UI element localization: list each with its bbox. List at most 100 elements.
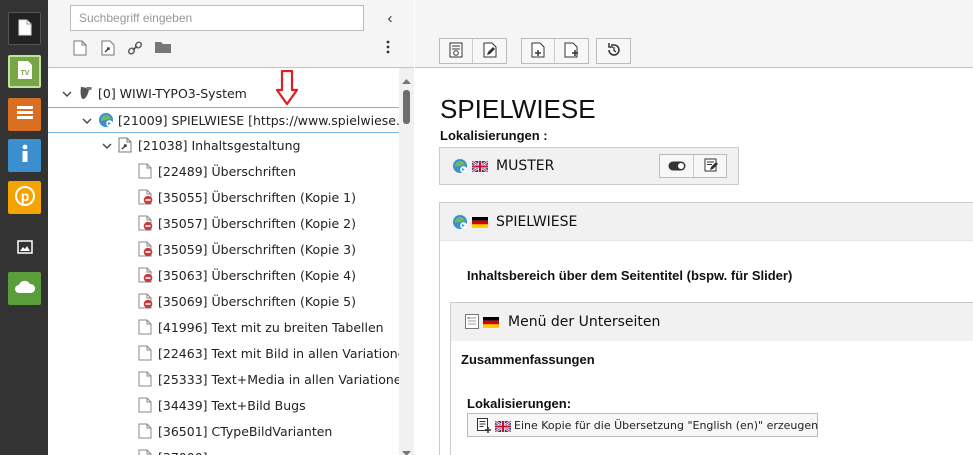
tree-node-label: [41996] Text mit zu breiten Tabellen [158,320,384,335]
tree-node[interactable]: [35055] Überschriften (Kopie 1) [48,185,400,211]
new-page-icon[interactable] [73,40,89,56]
element-subtitle: Zusammenfassungen [461,352,595,367]
history-group [596,38,631,64]
element-title: Menü der Unterseiten [508,314,661,330]
page-icon [138,319,154,335]
tree-node[interactable]: [35069] Überschriften (Kopie 5) [48,289,400,315]
tree-scrollbar[interactable] [399,68,414,455]
uk-flag-icon [494,420,512,433]
hidden-page-icon [138,293,154,309]
powermail-module-button[interactable]: p [8,181,41,214]
cloud-icon [14,280,36,297]
view-page-icon [449,42,463,61]
chevron-down-icon[interactable] [82,114,92,124]
page-tree-toolbar: ‹ [48,0,414,68]
tree-node[interactable]: [25333] Text+Media in allen Variationen [48,367,409,393]
toggle-visibility-button[interactable] [660,155,694,177]
edit-page-icon [483,42,497,61]
list-module-button[interactable] [8,98,41,131]
image-icon [16,240,33,257]
tree-node-label: [21038] Inhaltsgestaltung [138,138,301,153]
svg-text:TV: TV [20,70,29,77]
tree-menu-icon[interactable] [386,40,398,56]
tree-node-label: [36501] CTypeBildVarianten [158,424,333,439]
tree-node[interactable]: [36501] CTypeBildVarianten [48,419,400,445]
tree-node-label: [35055] Überschriften (Kopie 1) [158,190,356,205]
tree-node[interactable]: [35063] Überschriften (Kopie 4) [48,263,400,289]
templavoila-module-button[interactable]: TV [8,55,41,88]
history-button[interactable] [597,39,630,63]
create-translation-label: Eine Kopie für die Übersetzung "English … [514,419,819,432]
tree-node-label: [0] WIWI-TYPO3-System [98,86,247,101]
tree-node-label: [35063] Überschriften (Kopie 4) [158,268,356,283]
page-tree-panel: ‹ [0] WIWI-TYPO3-System [21009] SPIELWIES… [48,0,414,455]
edit-localization-button[interactable] [694,155,728,177]
link-icon[interactable] [127,40,143,56]
page-title: SPIELWIESE [440,94,596,124]
tree-node[interactable]: [22463] Text mit Bild in allen Variation… [48,341,405,367]
svg-text:p: p [20,188,29,204]
tree-node[interactable]: [34439] Text+Bild Bugs [48,393,400,419]
tree-node[interactable]: [41996] Text mit zu breiten Tabellen [48,315,400,341]
shortcut-page-icon [118,137,134,153]
tree-node[interactable]: [35057] Überschriften (Kopie 2) [48,211,400,237]
chevron-down-icon[interactable] [62,87,72,97]
page-panel-header: SPIELWIESE [440,203,973,241]
edit-page-button[interactable] [473,39,506,63]
uk-flag-icon [471,160,489,173]
tree-node[interactable]: [22489] Überschriften [48,159,400,185]
hidden-page-icon [138,267,154,283]
create-translation-button[interactable]: Eine Kopie für die Übersetzung "English … [467,413,818,437]
new-shortcut-icon[interactable] [101,40,117,56]
localization-panel-muster: MUSTER [439,147,739,185]
page-icon [138,397,154,413]
info-module-button[interactable] [8,139,41,172]
muster-actions [659,154,727,178]
content-area-label: Inhaltsbereich über dem Seitentitel (bsp… [467,268,793,283]
cloud-module-button[interactable] [8,272,41,305]
tree-node-label: [34439] Text+Bild Bugs [158,398,306,413]
page-icon [138,371,154,387]
tree-search-input[interactable] [70,5,364,31]
menu-element-icon [465,314,479,332]
new-page-after-button[interactable] [555,39,588,63]
chevron-down-icon[interactable] [102,139,112,149]
page-tree: [0] WIWI-TYPO3-System [21009] SPIELWIESE … [48,68,414,455]
site-root-icon [452,214,468,233]
page-icon [138,163,154,179]
typo3-backend: TV p ‹ [0] WIWI-TYPO3-System[21 [0,0,973,455]
tree-node[interactable]: [21038] Inhaltsgestaltung [48,133,400,159]
collapse-tree-button[interactable]: ‹ [382,9,398,27]
tree-node[interactable]: [35059] Überschriften (Kopie 3) [48,237,400,263]
localizations-label: Lokalisierungen : [440,128,548,143]
content-area: SPIELWIESE Lokalisierungen : MUSTER SPIE… [415,0,973,455]
page-module-button[interactable] [8,12,41,45]
site-root-icon [98,112,114,128]
filelist-module-button[interactable] [8,232,41,265]
tree-node-label: [25333] Text+Media in allen Variationen [158,372,410,387]
tree-node-label: [21009] SPIELWIESE [https://www.spielwie… [118,113,400,128]
history-icon [606,42,622,61]
page-icon [138,449,154,455]
de-flag-icon [483,316,499,328]
scrollbar-thumb[interactable] [403,90,410,124]
tree-node-label: [35069] Überschriften (Kopie 5) [158,294,356,309]
panel-title: SPIELWIESE [496,214,578,230]
chevron-left-icon: ‹ [387,9,393,27]
hidden-page-icon [138,215,154,231]
module-menu: TV p [0,0,48,455]
panel-title: MUSTER [496,158,555,174]
page-icon [138,423,154,439]
page-content-panel: SPIELWIESE Inhaltsbereich über dem Seite… [439,202,973,455]
new-translation-icon [477,418,491,436]
element-header: Menü der Unterseiten [451,303,973,341]
view-page-button[interactable] [440,39,473,63]
page-actions-group [439,38,507,64]
info-icon [19,144,31,167]
document-icon [18,19,32,39]
tree-node[interactable]: [0] WIWI-TYPO3-System [48,81,400,107]
new-content-button[interactable] [522,39,555,63]
tree-node[interactable]: [37000] ... [48,445,400,455]
tree-node[interactable]: [21009] SPIELWIESE [https://www.spielwie… [48,107,400,133]
folder-icon[interactable] [154,40,171,56]
